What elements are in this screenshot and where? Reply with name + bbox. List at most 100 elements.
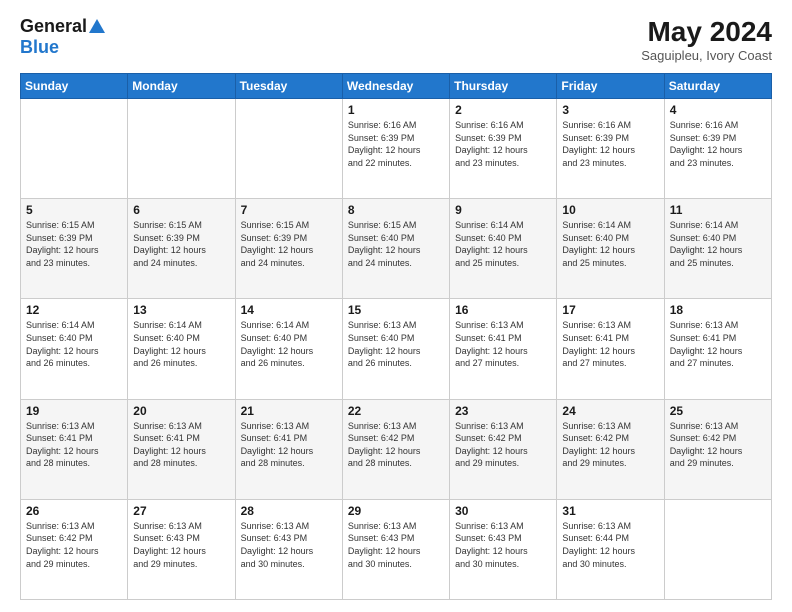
calendar-cell: 18 Sunrise: 6:13 AM Sunset: 6:41 PM Dayli… [664,299,771,399]
calendar-cell: 9Sunrise: 6:14 AM Sunset: 6:40 PM Daylig… [450,199,557,299]
calendar-week-row: 26 Sunrise: 6:13 AM Sunset: 6:42 PM Dayli… [21,499,772,599]
day-number: 13 [133,303,229,317]
calendar-cell: 4 Sunrise: 6:16 AM Sunset: 6:39 PM Daylig… [664,99,771,199]
day-info: Sunrise: 6:13 AM Sunset: 6:41 PM Dayligh… [133,420,229,470]
page-title: May 2024 [641,16,772,48]
calendar-cell: 20 Sunrise: 6:13 AM Sunset: 6:41 PM Dayli… [128,399,235,499]
logo-text: General [20,16,105,37]
day-info: Sunrise: 6:15 AM Sunset: 6:39 PM Dayligh… [241,219,337,269]
day-info: Sunrise: 6:13 AM Sunset: 6:41 PM Dayligh… [670,319,766,369]
day-info: Sunrise: 6:16 AM Sunset: 6:39 PM Dayligh… [455,119,551,169]
day-info: Sunrise: 6:13 AM Sunset: 6:41 PM Dayligh… [455,319,551,369]
header: General Blue May 2024 Saguipleu, Ivory C… [20,16,772,63]
day-info: Sunrise: 6:13 AM Sunset: 6:41 PM Dayligh… [26,420,122,470]
day-number: 30 [455,504,551,518]
calendar-week-row: 19 Sunrise: 6:13 AM Sunset: 6:41 PM Dayli… [21,399,772,499]
day-number: 16 [455,303,551,317]
day-number: 26 [26,504,122,518]
logo: General Blue [20,16,105,58]
page-subtitle: Saguipleu, Ivory Coast [641,48,772,63]
day-number: 10 [562,203,658,217]
day-number: 24 [562,404,658,418]
header-right: May 2024 Saguipleu, Ivory Coast [641,16,772,63]
day-info: Sunrise: 6:13 AM Sunset: 6:42 PM Dayligh… [455,420,551,470]
day-number: 2 [455,103,551,117]
day-info: Sunrise: 6:13 AM Sunset: 6:43 PM Dayligh… [455,520,551,570]
day-number: 12 [26,303,122,317]
day-number: 25 [670,404,766,418]
calendar-cell: 22Sunrise: 6:13 AM Sunset: 6:42 PM Dayli… [342,399,449,499]
day-info: Sunrise: 6:13 AM Sunset: 6:44 PM Dayligh… [562,520,658,570]
day-info: Sunrise: 6:16 AM Sunset: 6:39 PM Dayligh… [562,119,658,169]
day-number: 3 [562,103,658,117]
day-number: 19 [26,404,122,418]
calendar-cell: 24 Sunrise: 6:13 AM Sunset: 6:42 PM Dayli… [557,399,664,499]
calendar-week-row: 5 Sunrise: 6:15 AM Sunset: 6:39 PM Daylig… [21,199,772,299]
day-number: 20 [133,404,229,418]
day-info: Sunrise: 6:13 AM Sunset: 6:41 PM Dayligh… [241,420,337,470]
logo-general-text: General [20,16,87,37]
day-info: Sunrise: 6:15 AM Sunset: 6:39 PM Dayligh… [133,219,229,269]
calendar-cell: 19 Sunrise: 6:13 AM Sunset: 6:41 PM Dayli… [21,399,128,499]
day-info: Sunrise: 6:13 AM Sunset: 6:43 PM Dayligh… [348,520,444,570]
calendar-week-row: 12 Sunrise: 6:14 AM Sunset: 6:40 PM Dayli… [21,299,772,399]
calendar-cell: 12Sunrise: 6:14 AM Sunset: 6:40 PM Dayli… [21,299,128,399]
day-number: 28 [241,504,337,518]
day-info: Sunrise: 6:13 AM Sunset: 6:43 PM Dayligh… [133,520,229,570]
calendar-cell: 29 Sunrise: 6:13 AM Sunset: 6:43 PM Dayli… [342,499,449,599]
day-info: Sunrise: 6:16 AM Sunset: 6:39 PM Dayligh… [348,119,444,169]
calendar-week-row: 1 Sunrise: 6:16 AM Sunset: 6:39 PM Daylig… [21,99,772,199]
calendar-cell: 16 Sunrise: 6:13 AM Sunset: 6:41 PM Dayli… [450,299,557,399]
day-info: Sunrise: 6:14 AM Sunset: 6:40 PM Dayligh… [241,319,337,369]
day-info: Sunrise: 6:13 AM Sunset: 6:42 PM Dayligh… [348,420,444,470]
weekday-header-tuesday: Tuesday [235,74,342,99]
day-number: 14 [241,303,337,317]
weekday-header-sunday: Sunday [21,74,128,99]
calendar-cell: 11 Sunrise: 6:14 AM Sunset: 6:40 PM Dayli… [664,199,771,299]
day-info: Sunrise: 6:13 AM Sunset: 6:41 PM Dayligh… [562,319,658,369]
day-number: 5 [26,203,122,217]
calendar-cell: 3 Sunrise: 6:16 AM Sunset: 6:39 PM Daylig… [557,99,664,199]
calendar-cell: 27Sunrise: 6:13 AM Sunset: 6:43 PM Dayli… [128,499,235,599]
weekday-header-row: SundayMondayTuesdayWednesdayThursdayFrid… [21,74,772,99]
calendar-cell: 15 Sunrise: 6:13 AM Sunset: 6:40 PM Dayli… [342,299,449,399]
day-info: Sunrise: 6:14 AM Sunset: 6:40 PM Dayligh… [455,219,551,269]
logo-triangle-icon [89,19,105,33]
day-number: 4 [670,103,766,117]
weekday-header-thursday: Thursday [450,74,557,99]
day-info: Sunrise: 6:13 AM Sunset: 6:40 PM Dayligh… [348,319,444,369]
calendar-cell: 10Sunrise: 6:14 AM Sunset: 6:40 PM Dayli… [557,199,664,299]
calendar-cell: 28Sunrise: 6:13 AM Sunset: 6:43 PM Dayli… [235,499,342,599]
calendar-cell [128,99,235,199]
day-number: 15 [348,303,444,317]
day-info: Sunrise: 6:13 AM Sunset: 6:42 PM Dayligh… [562,420,658,470]
calendar-cell: 7Sunrise: 6:15 AM Sunset: 6:39 PM Daylig… [235,199,342,299]
calendar-cell: 1 Sunrise: 6:16 AM Sunset: 6:39 PM Daylig… [342,99,449,199]
day-number: 11 [670,203,766,217]
day-info: Sunrise: 6:14 AM Sunset: 6:40 PM Dayligh… [670,219,766,269]
weekday-header-saturday: Saturday [664,74,771,99]
weekday-header-wednesday: Wednesday [342,74,449,99]
day-number: 17 [562,303,658,317]
day-info: Sunrise: 6:15 AM Sunset: 6:39 PM Dayligh… [26,219,122,269]
calendar-table: SundayMondayTuesdayWednesdayThursdayFrid… [20,73,772,600]
logo-blue-text: Blue [20,37,59,58]
day-info: Sunrise: 6:13 AM Sunset: 6:42 PM Dayligh… [26,520,122,570]
day-number: 1 [348,103,444,117]
day-info: Sunrise: 6:15 AM Sunset: 6:40 PM Dayligh… [348,219,444,269]
day-number: 8 [348,203,444,217]
day-number: 18 [670,303,766,317]
day-info: Sunrise: 6:14 AM Sunset: 6:40 PM Dayligh… [133,319,229,369]
calendar-cell: 13 Sunrise: 6:14 AM Sunset: 6:40 PM Dayli… [128,299,235,399]
day-number: 23 [455,404,551,418]
calendar-cell: 31Sunrise: 6:13 AM Sunset: 6:44 PM Dayli… [557,499,664,599]
calendar-cell: 5 Sunrise: 6:15 AM Sunset: 6:39 PM Daylig… [21,199,128,299]
calendar-cell: 25 Sunrise: 6:13 AM Sunset: 6:42 PM Dayli… [664,399,771,499]
day-info: Sunrise: 6:16 AM Sunset: 6:39 PM Dayligh… [670,119,766,169]
day-number: 29 [348,504,444,518]
calendar-cell: 21Sunrise: 6:13 AM Sunset: 6:41 PM Dayli… [235,399,342,499]
calendar-cell: 26 Sunrise: 6:13 AM Sunset: 6:42 PM Dayli… [21,499,128,599]
weekday-header-friday: Friday [557,74,664,99]
day-info: Sunrise: 6:13 AM Sunset: 6:42 PM Dayligh… [670,420,766,470]
calendar-cell: 14 Sunrise: 6:14 AM Sunset: 6:40 PM Dayli… [235,299,342,399]
